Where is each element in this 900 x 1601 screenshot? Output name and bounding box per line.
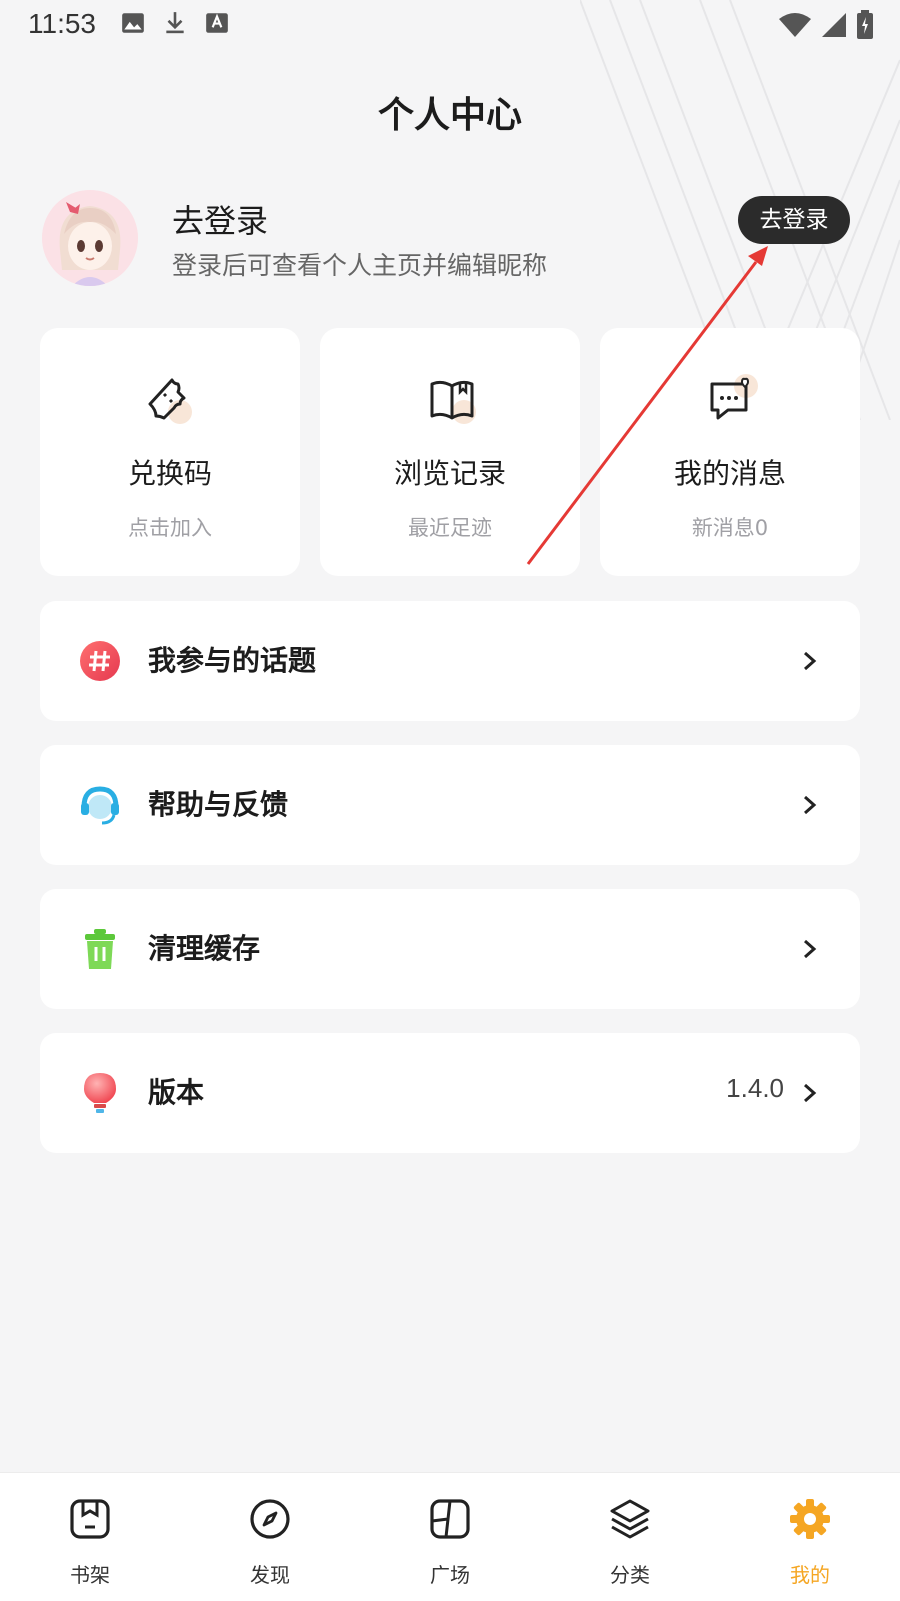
- tab-bookshelf[interactable]: 书架: [0, 1473, 180, 1601]
- book-icon: [430, 380, 476, 424]
- status-time: 11:53: [28, 8, 96, 39]
- menu-row-topics[interactable]: 我参与的话题: [40, 601, 860, 721]
- battery-icon: [857, 10, 873, 39]
- tab-label: 书架: [70, 1563, 110, 1587]
- chevron-right-icon: [804, 939, 817, 959]
- page-title: 个人中心: [377, 95, 522, 136]
- menu-row-help[interactable]: 帮助与反馈: [40, 745, 860, 865]
- menu-row-version[interactable]: 版本 1.4.0: [40, 1033, 860, 1153]
- wifi-icon: [779, 13, 811, 37]
- avatar[interactable]: [42, 190, 138, 286]
- tab-category[interactable]: 分类: [540, 1473, 720, 1601]
- menu-row-clear-cache[interactable]: 清理缓存: [40, 889, 860, 1009]
- hashtag-icon: [80, 641, 120, 681]
- quick-action-history[interactable]: 浏览记录 最近足迹: [320, 328, 580, 576]
- user-subtitle: 登录后可查看个人主页并编辑昵称: [172, 251, 548, 280]
- layers-icon: [610, 1499, 650, 1539]
- trash-icon: [85, 929, 115, 969]
- login-button[interactable]: 去登录: [738, 196, 850, 244]
- quick-action-sub: 点击加入: [128, 516, 212, 540]
- tab-label: 分类: [610, 1563, 650, 1587]
- tab-mine[interactable]: 我的: [720, 1473, 900, 1601]
- tab-square[interactable]: 广场: [360, 1473, 540, 1601]
- signal-icon: [822, 13, 846, 37]
- compass-icon: [250, 1499, 290, 1539]
- quick-action-label: 浏览记录: [393, 457, 506, 490]
- tab-discover[interactable]: 发现: [180, 1473, 360, 1601]
- menu-label: 我参与的话题: [148, 644, 317, 677]
- chevron-right-icon: [804, 651, 817, 671]
- bottom-tab-bar: 书架 发现 广场 分类 我的: [0, 1472, 900, 1601]
- tab-label: 发现: [250, 1563, 290, 1587]
- quick-action-redeem-code[interactable]: 兑换码 点击加入: [40, 328, 300, 576]
- font-notification-icon: [206, 13, 228, 33]
- headset-icon: [81, 786, 119, 825]
- quick-action-sub: 最近足迹: [408, 516, 492, 540]
- quick-action-label: 我的消息: [673, 457, 786, 490]
- quick-action-sub: 新消息0: [691, 516, 769, 540]
- download-notification-icon: [166, 12, 184, 34]
- menu-label: 版本: [148, 1076, 205, 1109]
- bookshelf-icon: [70, 1499, 110, 1539]
- tab-label: 我的: [790, 1563, 830, 1587]
- quick-action-label: 兑换码: [127, 457, 212, 490]
- user-name[interactable]: 去登录: [172, 196, 268, 242]
- chevron-right-icon: [804, 1083, 817, 1103]
- bulb-icon: [84, 1073, 116, 1113]
- gear-icon: [790, 1499, 830, 1539]
- menu-label: 帮助与反馈: [148, 788, 289, 821]
- menu-label: 清理缓存: [148, 932, 261, 965]
- ticket-icon: [148, 378, 192, 424]
- tab-label: 广场: [430, 1563, 470, 1587]
- chevron-right-icon: [804, 795, 817, 815]
- message-icon: [710, 374, 758, 420]
- version-value: 1.4.0: [726, 1073, 784, 1103]
- quick-action-messages[interactable]: 我的消息 新消息0: [600, 328, 860, 576]
- square-icon: [430, 1499, 470, 1539]
- status-bar: 11:53: [0, 0, 900, 50]
- image-notification-icon: [122, 13, 144, 33]
